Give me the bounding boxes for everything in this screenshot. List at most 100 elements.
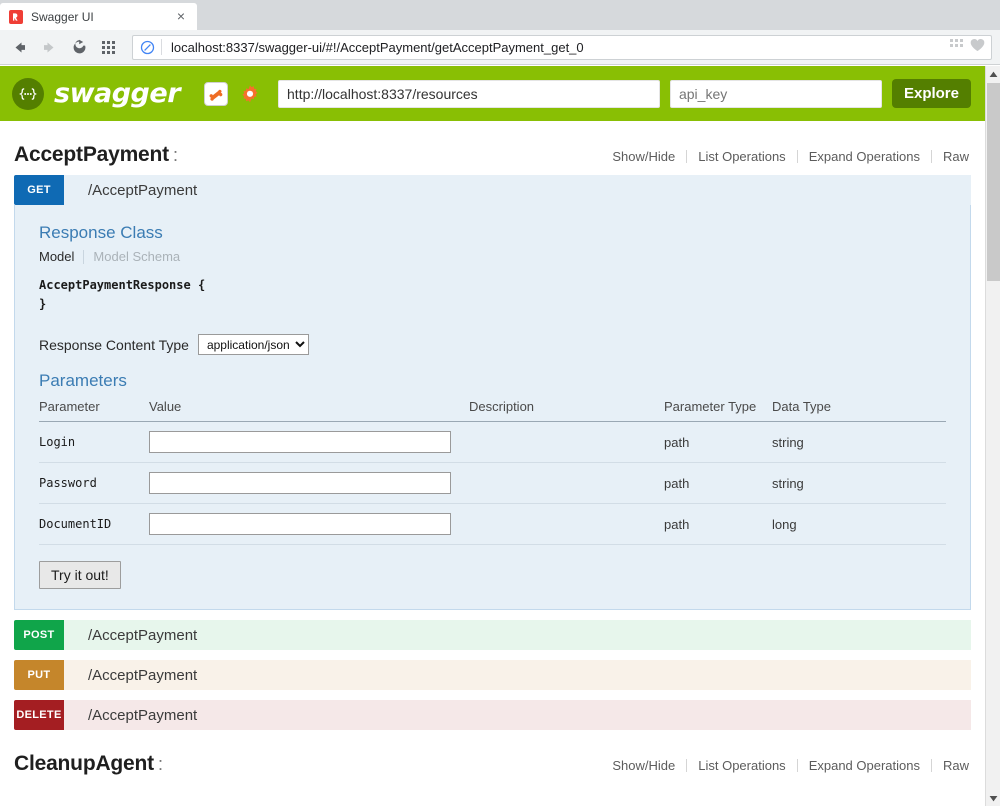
expand-operations-link[interactable]: Expand Operations	[798, 149, 931, 164]
parameter-data-type: long	[772, 503, 946, 546]
operation-header[interactable]: PUT /AcceptPayment	[14, 660, 971, 691]
parameter-data-type: string	[772, 462, 946, 505]
parameter-value-cell	[149, 503, 469, 546]
table-row: DocumentID path long	[39, 503, 946, 546]
api-key-input[interactable]	[669, 79, 882, 108]
operation-header[interactable]: POST /AcceptPayment	[14, 620, 971, 651]
method-badge-get: GET	[14, 175, 64, 205]
forward-arrow-icon	[36, 34, 62, 60]
parameter-value-cell	[149, 462, 469, 505]
scroll-down-icon[interactable]	[986, 790, 1000, 806]
column-description: Description	[469, 397, 664, 423]
swagger-logo[interactable]: swagger	[12, 77, 181, 110]
show-hide-link[interactable]: Show/Hide	[601, 758, 686, 773]
parameter-input-password[interactable]	[149, 472, 451, 495]
gear-icon[interactable]	[238, 82, 262, 106]
browser-window: Swagger UI × localhost:8337/swagger-ui/#…	[0, 0, 1000, 806]
tab-model-schema[interactable]: Model Schema	[84, 249, 189, 264]
resource-colon: :	[157, 754, 163, 775]
swagger-braces-icon	[12, 77, 44, 110]
browser-tab[interactable]: Swagger UI ×	[0, 3, 197, 30]
resource-title[interactable]: AcceptPayment	[14, 143, 169, 167]
page-viewport: swagger http://localhost:8337/resources …	[0, 66, 1000, 806]
expand-operations-link[interactable]: Expand Operations	[798, 758, 931, 773]
parameter-value-cell	[149, 421, 469, 464]
operation-header[interactable]: DELETE /AcceptPayment	[14, 700, 971, 731]
close-icon[interactable]: ×	[173, 9, 189, 25]
method-badge-put: PUT	[14, 660, 64, 691]
operation-post-acceptpayment: POST /AcceptPayment	[14, 620, 971, 651]
explore-button[interactable]: Explore	[891, 79, 971, 108]
parameter-data-type: string	[772, 421, 946, 464]
resource-header-cleanupagent: CleanupAgent : Show/Hide List Operations…	[14, 730, 971, 784]
page-info-icon[interactable]	[133, 40, 161, 55]
api-content: AcceptPayment : Show/Hide List Operation…	[0, 121, 985, 784]
parameter-type: path	[664, 462, 772, 505]
bone-icon[interactable]	[204, 81, 229, 106]
api-url-input[interactable]	[278, 79, 660, 108]
page-scrollbar[interactable]	[985, 66, 1000, 806]
column-value: Value	[149, 397, 469, 423]
resource-title[interactable]: CleanupAgent	[14, 752, 154, 776]
swagger-wordmark: swagger	[54, 78, 181, 109]
parameter-name: Password	[39, 462, 149, 505]
swagger-favicon-icon	[8, 9, 24, 25]
try-it-out-button[interactable]: Try it out!	[39, 561, 121, 590]
scrollbar-thumb[interactable]	[987, 83, 1000, 281]
submit-row: Try it out!	[39, 545, 946, 590]
operation-header[interactable]: GET /AcceptPayment	[14, 175, 971, 205]
column-parameter-type: Parameter Type	[664, 397, 772, 423]
address-bar-url[interactable]: localhost:8337/swagger-ui/#!/AcceptPayme…	[162, 40, 950, 55]
operation-path: /AcceptPayment	[64, 620, 971, 651]
parameter-description	[469, 421, 664, 464]
response-content-type-label: Response Content Type	[39, 336, 189, 353]
method-badge-post: POST	[14, 620, 64, 651]
operation-spacer	[14, 610, 971, 620]
raw-link[interactable]: Raw	[932, 149, 971, 164]
address-bar[interactable]: localhost:8337/swagger-ui/#!/AcceptPayme…	[132, 34, 992, 60]
operation-path: /AcceptPayment	[64, 175, 971, 205]
operation-details: Response Class Model Model Schema Accept…	[14, 205, 971, 611]
parameter-description	[469, 503, 664, 546]
response-class-title: Response Class	[39, 223, 163, 242]
model-signature-close: }	[39, 297, 47, 312]
resource-links: Show/Hide List Operations Expand Operati…	[601, 758, 971, 773]
resource-header-acceptpayment: AcceptPayment : Show/Hide List Operation…	[14, 121, 971, 175]
operation-delete-acceptpayment: DELETE /AcceptPayment	[14, 700, 971, 731]
parameter-name: Login	[39, 421, 149, 464]
table-header-row: Parameter Value Description Parameter Ty…	[39, 397, 946, 423]
apps-grid-icon[interactable]	[96, 34, 122, 60]
parameter-type: path	[664, 421, 772, 464]
column-data-type: Data Type	[772, 397, 946, 423]
swagger-page: swagger http://localhost:8337/resources …	[0, 66, 985, 806]
operation-path: /AcceptPayment	[64, 660, 971, 691]
tab-strip: Swagger UI ×	[0, 0, 1000, 30]
scroll-up-icon[interactable]	[986, 66, 1000, 82]
list-operations-link[interactable]: List Operations	[687, 758, 796, 773]
operation-path: /AcceptPayment	[64, 700, 971, 731]
model-signature: AcceptPaymentResponse { }	[39, 276, 946, 314]
parameter-description	[469, 462, 664, 505]
browser-toolbar: localhost:8337/swagger-ui/#!/AcceptPayme…	[0, 30, 1000, 65]
model-signature-open: AcceptPaymentResponse {	[39, 278, 206, 292]
response-content-type-select[interactable]: application/json	[197, 334, 309, 356]
reload-icon[interactable]	[66, 34, 92, 60]
raw-link[interactable]: Raw	[932, 758, 971, 773]
operation-put-acceptpayment: PUT /AcceptPayment	[14, 660, 971, 691]
resource-colon: :	[172, 145, 178, 165]
column-parameter: Parameter	[39, 397, 149, 423]
list-operations-link[interactable]: List Operations	[687, 149, 796, 164]
parameters-title: Parameters	[39, 371, 127, 391]
tab-model[interactable]: Model	[39, 249, 83, 264]
parameter-input-documentid[interactable]	[149, 513, 451, 536]
method-badge-delete: DELETE	[14, 700, 64, 731]
parameter-input-login[interactable]	[149, 431, 451, 454]
grid-icon[interactable]	[950, 38, 963, 56]
parameters-table: Parameter Value Description Parameter Ty…	[39, 397, 946, 546]
back-arrow-icon[interactable]	[6, 34, 32, 60]
model-tabs: Model Model Schema	[39, 249, 946, 264]
show-hide-link[interactable]: Show/Hide	[601, 149, 686, 164]
favorite-heart-icon[interactable]	[970, 38, 985, 57]
resource-links: Show/Hide List Operations Expand Operati…	[601, 149, 971, 164]
parameter-name: DocumentID	[39, 503, 149, 546]
